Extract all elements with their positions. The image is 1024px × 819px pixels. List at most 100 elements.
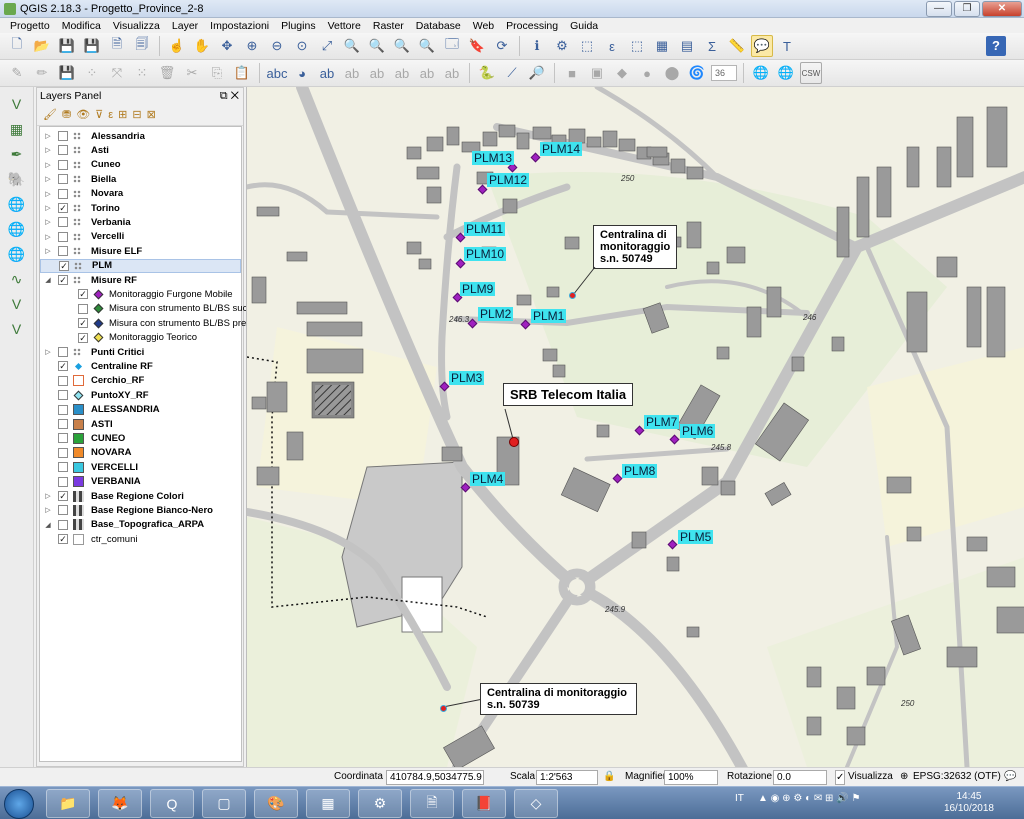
shape-square-icon[interactable]: ◆ <box>611 62 633 84</box>
layer-visibility-checkbox[interactable] <box>58 419 68 429</box>
node-tool-icon[interactable]: ⁙ <box>131 62 153 84</box>
attribute-table-icon[interactable]: ▦ <box>651 35 673 57</box>
expand-arrow-icon[interactable]: ▷ <box>44 247 52 255</box>
add-feature-icon[interactable]: ⁘ <box>81 62 103 84</box>
current-edits-icon[interactable]: ✎ <box>6 62 28 84</box>
expand-arrow-icon[interactable]: ▷ <box>44 506 52 514</box>
close-button[interactable]: ✕ <box>982 1 1022 17</box>
layer-row[interactable]: ▷ Asti <box>40 143 241 157</box>
window-taskbar-icon[interactable]: ▢ <box>202 789 246 818</box>
expand-arrow-icon[interactable]: ▷ <box>44 175 52 183</box>
paint-taskbar-icon[interactable]: 🎨 <box>254 789 298 818</box>
layer-row[interactable]: VERBANIA <box>40 475 241 489</box>
new-bookmark-icon[interactable]: 🔖 <box>466 35 488 57</box>
layer-visibility-checkbox[interactable] <box>78 303 88 314</box>
layer-row[interactable]: ALESSANDRIA <box>40 403 241 417</box>
select-icon[interactable]: ⬚ <box>576 35 598 57</box>
layer-visibility-checkbox[interactable]: ✓ <box>58 534 68 545</box>
panel-close-icon[interactable]: ⧉ ✕ <box>220 90 239 103</box>
help-button[interactable]: ? <box>986 36 1006 56</box>
show-hide-labels-icon[interactable]: ab <box>366 62 388 84</box>
expand-arrow-icon[interactable]: ◢ <box>44 521 52 529</box>
shape-spiral-icon[interactable]: 🌀 <box>686 62 708 84</box>
layer-visibility-checkbox[interactable]: ✓ <box>78 318 88 329</box>
filter-legend-icon[interactable]: ⊽ <box>95 108 103 121</box>
qgis-taskbar-icon[interactable]: Q <box>150 789 194 818</box>
composer-manager-icon[interactable]: 🗐 <box>131 35 153 57</box>
expand-arrow-icon[interactable]: ▷ <box>44 204 52 212</box>
layer-row[interactable]: ✓ Monitoraggio Furgone Mobile <box>40 287 241 301</box>
app-taskbar-icon[interactable]: ⚙ <box>358 789 402 818</box>
layer-row[interactable]: ▷ Alessandria <box>40 129 241 143</box>
layer-visibility-checkbox[interactable] <box>58 505 68 516</box>
open-project-icon[interactable]: 📂 <box>31 35 53 57</box>
map-canvas[interactable]: Centralina di monitoraggio s.n. 50749 SR… <box>246 87 1024 767</box>
measure-icon[interactable]: 📏 <box>726 35 748 57</box>
layer-row[interactable]: NOVARA <box>40 446 241 460</box>
add-virtual-layer-icon[interactable]: ∿ <box>5 268 29 290</box>
zoom-native-icon[interactable]: ⊙ <box>291 35 313 57</box>
menu-modifica[interactable]: Modifica <box>56 20 107 32</box>
expand-arrow-icon[interactable]: ▷ <box>44 190 52 198</box>
centralina-50739-marker[interactable] <box>440 705 447 712</box>
layer-row[interactable]: ✓ PLM <box>40 258 241 273</box>
menu-visualizza[interactable]: Visualizza <box>107 20 166 32</box>
menu-vettore[interactable]: Vettore <box>322 20 367 32</box>
diagram-icon[interactable]: ◕ <box>291 62 313 84</box>
new-project-icon[interactable]: 🗋 <box>6 35 28 57</box>
layer-visibility-checkbox[interactable] <box>58 519 68 530</box>
expand-arrow-icon[interactable]: ▷ <box>44 146 52 154</box>
add-postgis-icon[interactable]: 🐘 <box>5 168 29 190</box>
layer-visibility-checkbox[interactable] <box>58 188 68 199</box>
layer-row[interactable]: ◢ ✓ Misure RF <box>40 273 241 287</box>
layer-visibility-checkbox[interactable]: ✓ <box>58 361 68 372</box>
save-project-icon[interactable]: 💾 <box>56 35 78 57</box>
change-label-icon[interactable]: ab <box>441 62 463 84</box>
rotate-label-icon[interactable]: ab <box>416 62 438 84</box>
layer-visibility-checkbox[interactable]: ✓ <box>59 260 69 271</box>
layer-row[interactable]: ▷ Novara <box>40 187 241 201</box>
rotation-spinbox[interactable]: 0.0 <box>773 770 827 785</box>
layer-visibility-checkbox[interactable] <box>58 375 68 386</box>
minimize-button[interactable]: — <box>926 1 952 17</box>
add-raster-layer-icon[interactable]: ▦ <box>5 118 29 140</box>
language-indicator[interactable]: IT <box>735 793 744 804</box>
select-by-expression-icon[interactable]: ε <box>601 35 623 57</box>
layer-visibility-checkbox[interactable] <box>58 246 68 257</box>
maximize-button[interactable]: ❐ <box>954 1 980 17</box>
layer-visibility-checkbox[interactable] <box>58 145 68 156</box>
segments-input[interactable]: 36 <box>711 65 737 81</box>
zoom-next-icon[interactable]: 🔍 <box>416 35 438 57</box>
text-annotation-icon[interactable]: T <box>776 35 798 57</box>
menu-layer[interactable]: Layer <box>166 20 204 32</box>
lock-scale-icon[interactable]: 🔒 <box>603 771 615 782</box>
layer-visibility-checkbox[interactable] <box>58 217 68 228</box>
menu-web[interactable]: Web <box>467 20 500 32</box>
zoom-full-icon[interactable]: ⤢ <box>316 35 338 57</box>
expand-arrow-icon[interactable]: ▷ <box>44 348 52 356</box>
new-map-view-icon[interactable]: 🗔 <box>441 35 463 57</box>
layer-visibility-checkbox[interactable] <box>58 433 68 444</box>
magnifier-spinbox[interactable]: 100% <box>664 770 718 785</box>
plugin-search-icon[interactable]: 🔎 <box>526 62 548 84</box>
layer-row[interactable]: ◢ Base_Topografica_ARPA <box>40 518 241 532</box>
layer-visibility-checkbox[interactable] <box>58 476 68 487</box>
add-group-icon[interactable]: ⛃ <box>62 108 71 121</box>
layer-visibility-checkbox[interactable] <box>58 447 68 458</box>
messages-icon[interactable]: 💬 <box>1004 771 1016 782</box>
python-console-icon[interactable]: 🐍 <box>476 62 498 84</box>
shape-circle-icon[interactable]: ● <box>636 62 658 84</box>
centralina-50749-marker[interactable] <box>569 292 576 299</box>
expand-arrow-icon[interactable]: ▷ <box>44 492 52 500</box>
crs-icon[interactable]: ⊕ <box>900 771 908 782</box>
srb-telecom-marker[interactable] <box>509 437 519 447</box>
touch-zoom-icon[interactable]: ☝ <box>166 35 188 57</box>
layer-row[interactable]: ✓ ctr_comuni <box>40 532 241 546</box>
start-button[interactable] <box>4 789 34 819</box>
layer-visibility-checkbox[interactable]: ✓ <box>58 491 68 501</box>
pdf-taskbar-icon[interactable]: 📕 <box>462 789 506 818</box>
globe-icon[interactable]: 🌐 <box>750 62 772 84</box>
clock[interactable]: 14:45 16/10/2018 <box>944 791 994 815</box>
expand-arrow-icon[interactable]: ▷ <box>44 132 52 140</box>
layer-row[interactable]: ASTI <box>40 417 241 431</box>
